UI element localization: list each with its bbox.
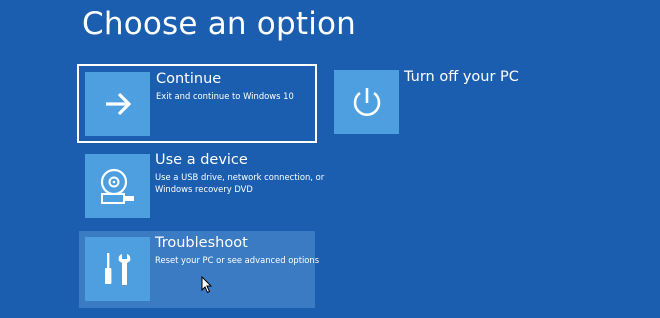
troubleshoot-description: Reset your PC or see advanced options xyxy=(155,255,320,265)
troubleshoot-tile xyxy=(85,237,150,301)
turn-off-tile xyxy=(334,70,399,134)
tools-icon xyxy=(104,253,130,285)
use-device-option[interactable]: Use a device Use a USB drive, network co… xyxy=(79,150,324,224)
page-title: Choose an option xyxy=(82,6,357,42)
use-device-tile xyxy=(85,154,150,218)
disc-drive-icon xyxy=(100,168,134,204)
arrow-right-icon xyxy=(105,92,131,116)
turn-off-title: Turn off your PC xyxy=(404,69,519,85)
turn-off-option[interactable]: Turn off your PC xyxy=(333,66,573,141)
continue-title: Continue xyxy=(156,71,222,87)
continue-tile xyxy=(85,72,150,136)
continue-option[interactable]: Continue Exit and continue to Windows 10 xyxy=(77,64,317,143)
use-device-description: Use a USB drive, network connection, or … xyxy=(155,172,325,194)
troubleshoot-title: Troubleshoot xyxy=(155,235,248,251)
continue-description: Exit and continue to Windows 10 xyxy=(156,91,294,101)
troubleshoot-option[interactable]: Troubleshoot Reset your PC or see advanc… xyxy=(79,231,319,308)
use-device-title: Use a device xyxy=(155,152,248,168)
power-icon xyxy=(353,88,380,116)
mouse-cursor-icon xyxy=(201,276,213,294)
